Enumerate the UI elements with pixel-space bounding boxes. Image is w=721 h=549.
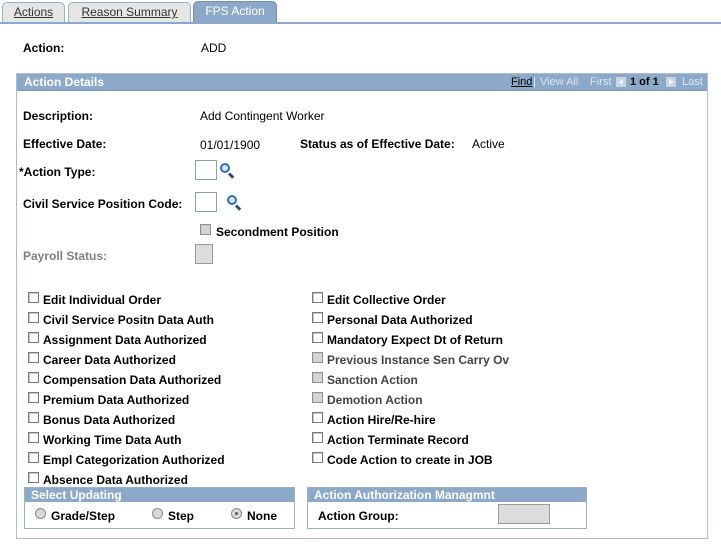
first-link[interactable]: First bbox=[590, 74, 611, 91]
action-terminate-record-checkbox[interactable] bbox=[312, 432, 323, 443]
secondment-position-checkbox[interactable] bbox=[200, 224, 211, 235]
description-value: Add Contingent Worker bbox=[200, 109, 325, 123]
tab-bar: Actions Reason Summary FPS Action bbox=[0, 0, 721, 24]
last-link[interactable]: Last bbox=[682, 74, 703, 91]
status-label: Status as of Effective Date: bbox=[300, 137, 455, 151]
payroll-status-input bbox=[195, 244, 213, 264]
action-label: Action: bbox=[23, 41, 65, 55]
grade-step-radio[interactable] bbox=[35, 508, 46, 519]
empl-categorization-authorized-label: Empl Categorization Authorized bbox=[43, 453, 225, 467]
step-label: Step bbox=[168, 509, 195, 523]
action-type-label: *Action Type: bbox=[19, 165, 96, 179]
tab-reason-summary-label: Reason Summary bbox=[81, 5, 178, 19]
sanction-action-checkbox bbox=[312, 372, 323, 383]
assignment-data-authorized-label: Assignment Data Authorized bbox=[43, 333, 207, 347]
step-radio[interactable] bbox=[152, 508, 163, 519]
action-terminate-record-label: Action Terminate Record bbox=[327, 433, 469, 447]
previous-arrow-icon[interactable] bbox=[616, 77, 626, 87]
action-group-input bbox=[498, 504, 550, 524]
demotion-action-checkbox bbox=[312, 392, 323, 403]
civil-service-position-code-input[interactable] bbox=[195, 192, 217, 212]
tab-underline bbox=[0, 22, 721, 24]
edit-individual-order-checkbox[interactable] bbox=[28, 292, 39, 303]
career-data-authorized-label: Career Data Authorized bbox=[43, 353, 176, 367]
row-navigation: Find | View All First 1 of 1 Last bbox=[507, 74, 707, 91]
code-action-to-create-in-job-label: Code Action to create in JOB bbox=[327, 453, 493, 467]
edit-collective-order-label: Edit Collective Order bbox=[327, 293, 446, 307]
action-group-label: Action Group: bbox=[318, 509, 399, 523]
payroll-status-label: Payroll Status: bbox=[23, 249, 108, 263]
secondment-position-label: Secondment Position bbox=[216, 225, 339, 239]
code-action-to-create-in-job-checkbox[interactable] bbox=[312, 452, 323, 463]
civil-service-position-lookup-icon[interactable] bbox=[227, 195, 242, 211]
previous-instance-sen-carry-ov-label: Previous Instance Sen Carry Ov bbox=[327, 353, 510, 367]
personal-data-authorized-checkbox[interactable] bbox=[312, 312, 323, 323]
compensation-data-authorized-label: Compensation Data Authorized bbox=[43, 373, 222, 387]
description-label: Description: bbox=[23, 109, 94, 123]
mandatory-expect-dt-of-return-checkbox[interactable] bbox=[312, 332, 323, 343]
none-label: None bbox=[247, 509, 277, 523]
find-link[interactable]: Find bbox=[511, 74, 532, 91]
working-time-data-auth-checkbox[interactable] bbox=[28, 432, 39, 443]
premium-data-authorized-label: Premium Data Authorized bbox=[43, 393, 190, 407]
personal-data-authorized-label: Personal Data Authorized bbox=[327, 313, 473, 327]
grade-step-label: Grade/Step bbox=[51, 509, 116, 523]
mandatory-expect-dt-of-return-label: Mandatory Expect Dt of Return bbox=[327, 333, 504, 347]
premium-data-authorized-checkbox[interactable] bbox=[28, 392, 39, 403]
action-type-input[interactable] bbox=[195, 160, 217, 180]
effective-date-value: 01/01/1900 bbox=[200, 138, 261, 152]
tab-fps-action[interactable]: FPS Action bbox=[193, 1, 277, 24]
edit-individual-order-label: Edit Individual Order bbox=[43, 293, 162, 307]
effective-date-label: Effective Date: bbox=[23, 137, 107, 151]
absence-data-authorized-label: Absence Data Authorized bbox=[43, 473, 188, 487]
panel-header: Action Details Find | View All First 1 o… bbox=[17, 74, 707, 91]
previous-instance-sen-carry-ov-checkbox bbox=[312, 352, 323, 363]
assignment-data-authorized-checkbox[interactable] bbox=[28, 332, 39, 343]
bonus-data-authorized-checkbox[interactable] bbox=[28, 412, 39, 423]
absence-data-authorized-checkbox[interactable] bbox=[28, 472, 39, 483]
civil-service-positn-data-auth-label: Civil Service Positn Data Auth bbox=[43, 313, 214, 327]
sanction-action-label: Sanction Action bbox=[327, 373, 418, 387]
working-time-data-auth-label: Working Time Data Auth bbox=[43, 433, 182, 447]
select-updating-group: Select Updating Grade/Step Step None bbox=[24, 487, 295, 529]
row-counter: 1 of 1 bbox=[630, 76, 659, 88]
action-hire-rehire-label: Action Hire/Re-hire bbox=[327, 413, 436, 427]
action-authorization-title: Action Authorization Managmnt bbox=[308, 488, 586, 502]
compensation-data-authorized-checkbox[interactable] bbox=[28, 372, 39, 383]
civil-service-position-code-label: Civil Service Position Code: bbox=[23, 197, 183, 211]
action-authorization-group: Action Authorization Managmnt Action Gro… bbox=[307, 487, 587, 529]
tab-reason-summary[interactable]: Reason Summary bbox=[68, 2, 191, 23]
tab-actions-label: Actions bbox=[13, 5, 54, 19]
tab-fps-action-label: FPS Action bbox=[205, 4, 265, 18]
view-all-link[interactable]: View All bbox=[540, 74, 578, 91]
career-data-authorized-checkbox[interactable] bbox=[28, 352, 39, 363]
select-updating-title: Select Updating bbox=[25, 488, 294, 502]
none-radio[interactable] bbox=[231, 508, 242, 519]
empl-categorization-authorized-checkbox[interactable] bbox=[28, 452, 39, 463]
next-arrow-icon[interactable] bbox=[666, 77, 676, 87]
edit-collective-order-checkbox[interactable] bbox=[312, 292, 323, 303]
bonus-data-authorized-label: Bonus Data Authorized bbox=[43, 413, 176, 427]
demotion-action-label: Demotion Action bbox=[327, 393, 423, 407]
civil-service-positn-data-auth-checkbox[interactable] bbox=[28, 312, 39, 323]
action-hire-rehire-checkbox[interactable] bbox=[312, 412, 323, 423]
panel-title: Action Details bbox=[24, 75, 105, 89]
action-type-lookup-icon[interactable] bbox=[220, 163, 235, 179]
status-value: Active bbox=[472, 137, 505, 151]
tab-actions[interactable]: Actions bbox=[2, 2, 65, 23]
action-value: ADD bbox=[201, 41, 227, 55]
